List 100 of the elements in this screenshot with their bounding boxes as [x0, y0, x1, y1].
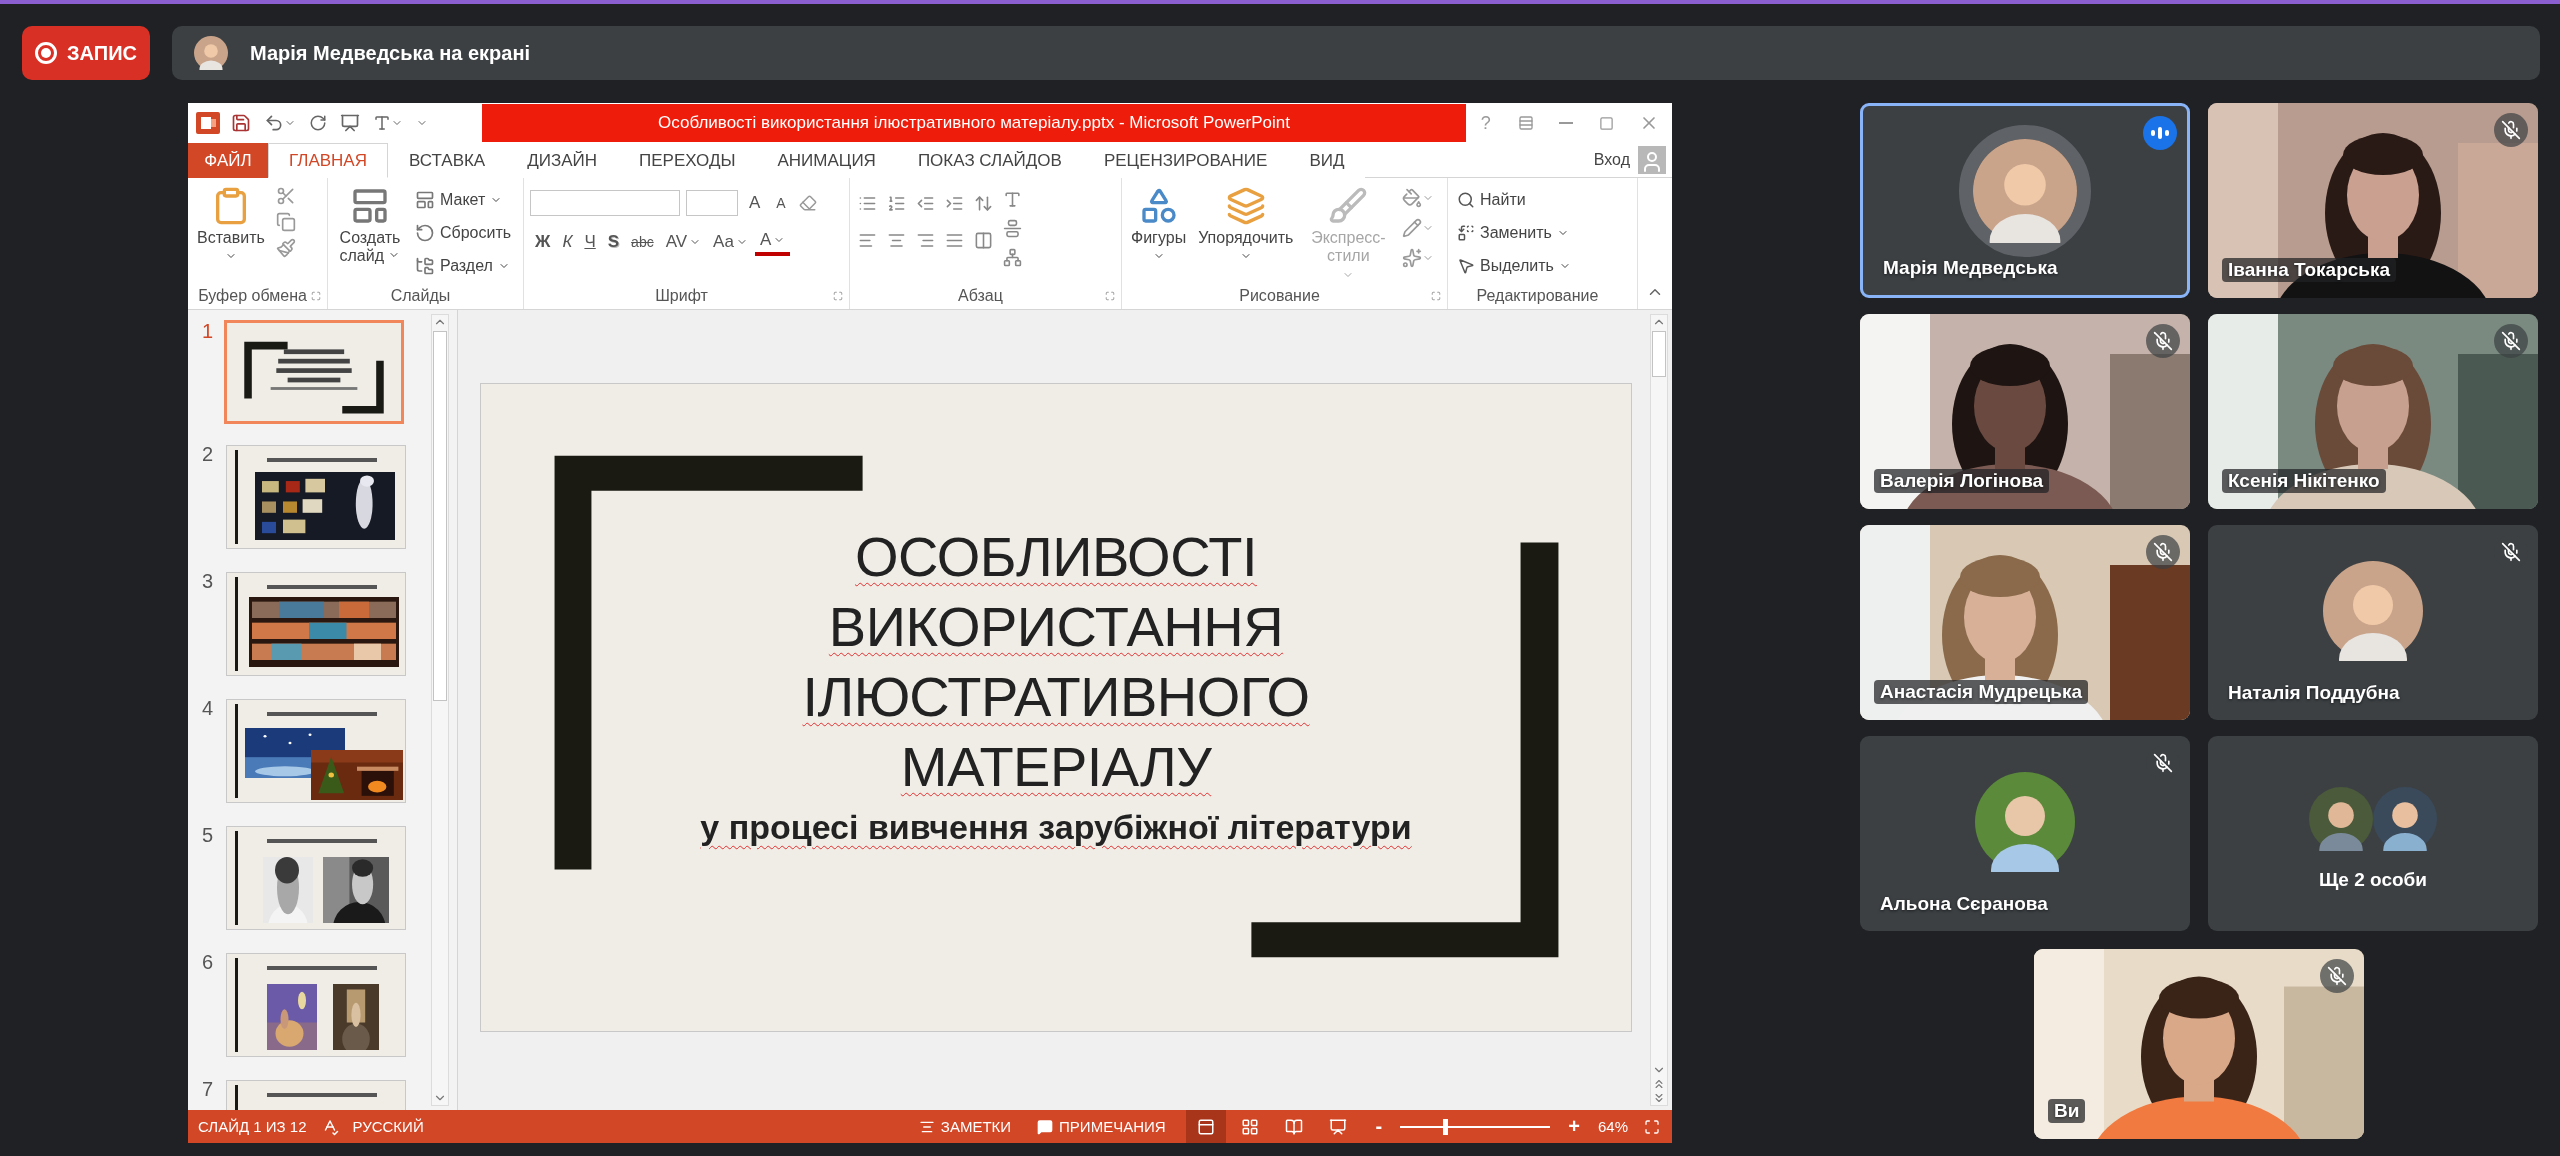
scroll-thumb[interactable] [1652, 331, 1666, 377]
avatar [2309, 786, 2373, 851]
pointer-icon [1457, 256, 1475, 275]
copy-icon [275, 212, 296, 232]
sign-in-link[interactable]: Вход [1585, 143, 1638, 177]
undo-icon [264, 113, 284, 133]
group-label: Редактирование [1475, 287, 1600, 305]
ribbon-options-icon [1518, 115, 1535, 131]
replace-icon [1457, 223, 1475, 242]
font-size-button[interactable]: A [771, 193, 791, 213]
sparkles-icon [1402, 248, 1423, 268]
ribbon-button[interactable]: Сбросить [412, 217, 515, 248]
indent-increase-icon [945, 194, 964, 213]
mic-off-icon [2327, 966, 2347, 986]
group-label: Рисование [1238, 287, 1321, 305]
slide-thumbnail[interactable] [226, 699, 406, 803]
format-button[interactable]: Ч [579, 230, 601, 254]
zoom-level: 64% [1597, 1118, 1628, 1135]
ribbon-tab[interactable]: ФАЙЛ [188, 143, 268, 178]
ribbon-button[interactable]: Фигуры [1128, 184, 1190, 265]
double-chevron-down-icon [1652, 1091, 1666, 1105]
mic-off-icon [2501, 120, 2521, 140]
slide-number: 3 [202, 570, 215, 593]
ribbon-button[interactable]: Макет [412, 184, 515, 215]
format-button[interactable]: A [754, 228, 791, 256]
ribbon-button[interactable]: Раздел [412, 250, 515, 281]
align-text-icon [1003, 219, 1022, 238]
next-slide-button[interactable] [1652, 1091, 1666, 1105]
avatar [194, 36, 228, 70]
paintbrush-icon [275, 238, 296, 258]
dialog-launcher-icon[interactable] [833, 291, 843, 301]
mic-off-icon [2153, 542, 2173, 562]
redo-icon [309, 114, 327, 132]
slide-title: МАТЕРІАЛУ [900, 734, 1212, 800]
dialog-launcher-icon[interactable] [1105, 291, 1115, 301]
presentation-app-icon [196, 112, 220, 134]
recording-button[interactable]: ЗАПИС [22, 26, 150, 80]
zoom-thumb[interactable] [1443, 1118, 1449, 1135]
save-icon [231, 113, 251, 133]
button-label: Экспресс-стили [1310, 229, 1387, 266]
slide-thumbnail[interactable] [226, 445, 406, 549]
slide-number: 2 [202, 443, 215, 466]
pencil-icon [1402, 218, 1423, 238]
maximize-icon [1598, 115, 1614, 131]
slide-layout-icon [350, 186, 390, 226]
reset-icon [415, 222, 435, 243]
button-label: Упорядочить [1198, 229, 1294, 248]
align-text-button[interactable] [1001, 217, 1024, 240]
numbered-list-icon [887, 194, 906, 213]
bullet-list-icon [858, 194, 877, 213]
fit-icon [1644, 1118, 1660, 1135]
format-button[interactable]: К [557, 230, 578, 254]
format-button[interactable]: AV [660, 230, 707, 254]
slide-thumbnail[interactable] [226, 826, 406, 930]
avatar [2373, 786, 2437, 851]
align-right-icon [916, 231, 935, 250]
font-size-button[interactable]: A [744, 191, 766, 215]
notes-button[interactable]: ЗАМЕТКИ [912, 1118, 1018, 1135]
format-button[interactable]: S [602, 230, 625, 254]
format-button[interactable]: abc [626, 232, 659, 252]
zoom-in-button[interactable]: + [1564, 1115, 1584, 1138]
slide-thumbnail[interactable] [226, 572, 406, 676]
smartart-icon [1003, 248, 1022, 267]
comment-icon [1037, 1118, 1054, 1135]
paint-bucket-icon [1402, 188, 1423, 208]
language-label: РУССКИЙ [352, 1118, 424, 1135]
slide-number: 7 [202, 1078, 215, 1101]
new-slide-button[interactable]: Создать слайд [334, 184, 406, 268]
view-button[interactable] [1185, 1110, 1226, 1143]
participant-name: Наталія Поддубна [2228, 682, 2400, 704]
scroll-thumb[interactable] [433, 331, 447, 701]
ribbon-button[interactable]: Заменить [1454, 217, 1574, 248]
presentation-icon [340, 113, 360, 133]
ribbon-button[interactable]: Упорядочить [1195, 184, 1297, 265]
format-button[interactable]: Aa [708, 230, 753, 254]
search-icon [1457, 190, 1475, 209]
group-label: Буфер обмена [197, 287, 308, 305]
align-center-icon [887, 231, 906, 250]
previous-slide-button[interactable] [1652, 1077, 1666, 1091]
eraser-icon [798, 194, 817, 212]
slide-thumbnail[interactable] [226, 953, 406, 1057]
comments-button[interactable]: ПРИМЕЧАНИЯ [1031, 1118, 1172, 1135]
dialog-launcher-icon[interactable] [1431, 291, 1441, 301]
participant-name: Марія Медведська [1883, 257, 2058, 279]
ribbon-button[interactable]: Выделить [1454, 250, 1574, 281]
format-button[interactable]: Ж [530, 230, 556, 254]
smartart-button[interactable] [1001, 246, 1024, 269]
ribbon-tab[interactable]: ГЛАВНАЯ [268, 143, 388, 178]
group-label: Шрифт [654, 287, 709, 305]
slide-subtitle: у процесі вивчення зарубіжної літератури [700, 808, 1412, 847]
layers-icon [1225, 186, 1266, 226]
zoom-out-button[interactable]: - [1371, 1115, 1387, 1138]
ribbon-button[interactable]: Найти [1454, 184, 1574, 215]
slide-sorter-icon [1240, 1117, 1259, 1136]
dialog-launcher-icon[interactable] [311, 291, 321, 301]
slideshow-icon [1328, 1117, 1347, 1136]
participant-name: Ще 2 особи [2319, 868, 2427, 891]
participant-name: Ви [2048, 1099, 2086, 1123]
line-spacing-icon [974, 194, 993, 213]
paste-button[interactable]: Вставить [194, 184, 268, 265]
